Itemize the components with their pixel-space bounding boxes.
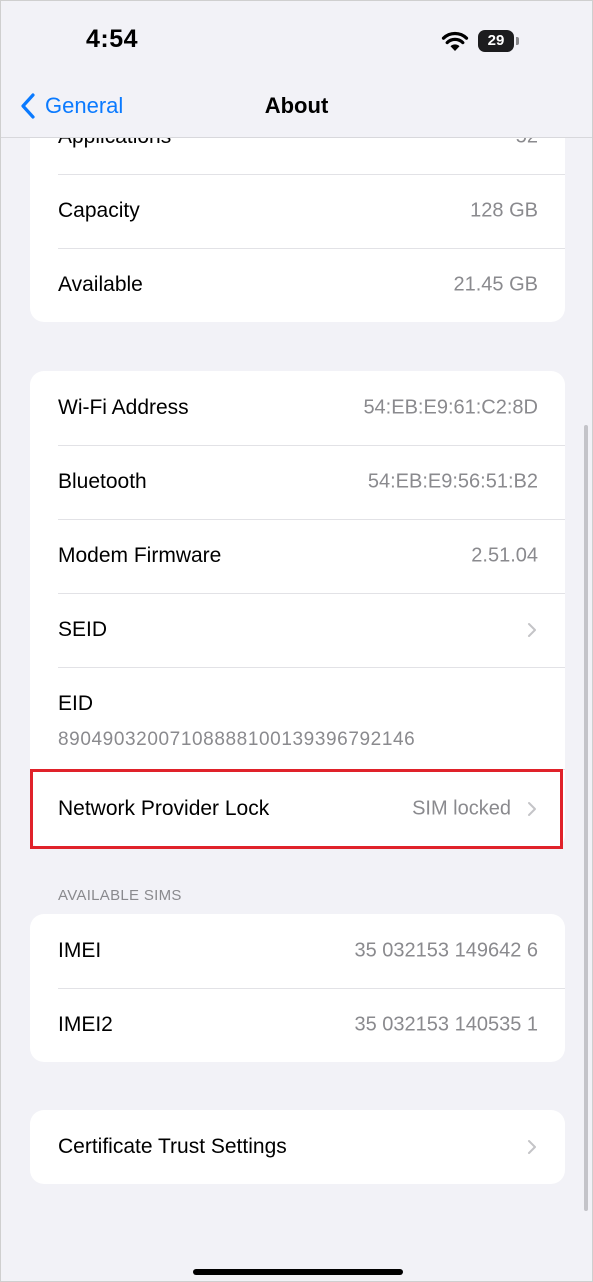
row-label: EID <box>58 692 94 715</box>
eid-value: 89049032007108888100139396792146 <box>58 729 416 750</box>
eid-row: EID 89049032007108888100139396792146 <box>30 667 565 769</box>
row-label: Available <box>58 273 143 296</box>
row-label: Certificate Trust Settings <box>58 1135 287 1158</box>
certificates-group: Certificate Trust Settings <box>30 1110 565 1184</box>
chevron-right-icon <box>528 623 536 637</box>
chevron-right-icon <box>528 1140 536 1154</box>
row-label: Bluetooth <box>58 470 147 493</box>
row-label: Modem Firmware <box>58 544 222 567</box>
storage-group: Applications 52 Capacity 128 GB Availabl… <box>30 137 565 322</box>
row-label: IMEI <box>58 939 102 962</box>
imei-row: IMEI 35 032153 149642 6 <box>30 914 565 988</box>
capacity-row: Capacity 128 GB <box>30 174 565 248</box>
row-label: Capacity <box>58 199 140 222</box>
status-time: 4:54 <box>86 25 139 53</box>
navigation-bar: General About <box>1 71 592 138</box>
battery-level: 29 <box>487 32 505 49</box>
seid-row[interactable]: SEID <box>30 593 565 667</box>
row-value: 21.45 GB <box>453 273 538 296</box>
row-label: Network Provider Lock <box>58 797 270 820</box>
settings-list[interactable]: Applications 52 Capacity 128 GB Availabl… <box>1 137 592 1281</box>
scrollbar[interactable] <box>584 425 588 1211</box>
certificate-trust-settings-row[interactable]: Certificate Trust Settings <box>30 1110 565 1184</box>
row-value: 2.51.04 <box>471 544 538 567</box>
section-header: AVAILABLE SIMS <box>58 887 182 904</box>
network-provider-lock-row[interactable]: Network Provider Lock SIM locked <box>30 769 565 849</box>
battery-icon: 29 <box>478 30 519 52</box>
row-value: 54:EB:E9:61:C2:8D <box>363 396 538 419</box>
status-bar: 4:54 29 <box>1 1 592 71</box>
network-group: Wi-Fi Address 54:EB:E9:61:C2:8D Bluetoot… <box>30 371 565 849</box>
row-value: 52 <box>516 137 538 149</box>
home-indicator[interactable] <box>193 1269 403 1275</box>
imei2-row: IMEI2 35 032153 140535 1 <box>30 988 565 1062</box>
chevron-right-icon <box>528 802 536 816</box>
sims-group: IMEI 35 032153 149642 6 IMEI2 35 032153 … <box>30 914 565 1062</box>
row-label: Applications <box>58 137 171 149</box>
applications-row: Applications 52 <box>30 137 565 174</box>
wifi-icon <box>441 31 469 51</box>
row-value: SIM locked <box>412 797 511 820</box>
modem-firmware-row: Modem Firmware 2.51.04 <box>30 519 565 593</box>
row-label: SEID <box>58 618 108 641</box>
row-value: 35 032153 149642 6 <box>354 939 538 962</box>
available-row: Available 21.45 GB <box>30 248 565 322</box>
bluetooth-row: Bluetooth 54:EB:E9:56:51:B2 <box>30 445 565 519</box>
row-value: 54:EB:E9:56:51:B2 <box>367 470 538 493</box>
wifi-address-row: Wi-Fi Address 54:EB:E9:61:C2:8D <box>30 371 565 445</box>
page-title: About <box>264 93 329 118</box>
row-value: 128 GB <box>470 199 538 222</box>
row-label: Wi-Fi Address <box>58 396 189 419</box>
row-value: 35 032153 140535 1 <box>354 1013 538 1036</box>
row-label: IMEI2 <box>58 1013 113 1036</box>
